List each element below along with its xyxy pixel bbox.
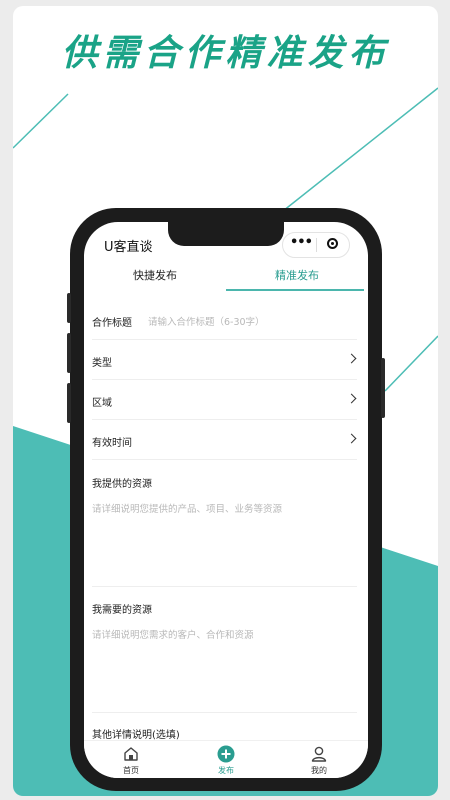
phone-side-button: [67, 383, 71, 423]
close-target-icon[interactable]: [327, 238, 338, 249]
region-label: 区域: [92, 398, 112, 409]
chevron-right-icon: [346, 433, 357, 444]
tab-precise-publish[interactable]: 精准发布: [226, 267, 368, 283]
type-label: 类型: [92, 358, 112, 369]
tab-quick-publish[interactable]: 快捷发布: [84, 267, 226, 283]
app-title: U客直谈: [104, 240, 153, 255]
tabbar-publish[interactable]: 发布: [196, 745, 256, 776]
phone-notch: [168, 222, 284, 246]
mini-program-capsule: •••: [282, 232, 350, 258]
phone-mockup: U客直谈 ••• 快捷发布 精准发布 合作标题 请输入合作标题（6-30字） 类…: [67, 208, 385, 791]
headline: 供需合作精准发布: [61, 32, 390, 74]
user-icon: [311, 746, 327, 762]
plus-circle-icon: [217, 745, 235, 763]
other-details-label: 其他详情说明(选填): [92, 730, 180, 741]
home-icon: [124, 747, 138, 761]
bottom-tab-bar: 首页 发布 我的: [84, 740, 368, 778]
phone-side-button: [67, 333, 71, 373]
region-select-row[interactable]: 区域: [92, 380, 357, 420]
capsule-divider: [316, 238, 317, 252]
offer-resources-textarea[interactable]: 请详细说明您提供的产品、项目、业务等资源: [92, 501, 357, 571]
need-resources-textarea[interactable]: 请详细说明您需求的客户、合作和资源: [92, 627, 357, 697]
more-icon[interactable]: •••: [290, 235, 313, 250]
phone-screen: U客直谈 ••• 快捷发布 精准发布 合作标题 请输入合作标题（6-30字） 类…: [84, 222, 368, 778]
tabbar-mine-label: 我的: [311, 766, 327, 775]
valid-time-select-row[interactable]: 有效时间: [92, 420, 357, 460]
tabbar-mine[interactable]: 我的: [289, 745, 349, 776]
type-select-row[interactable]: 类型: [92, 340, 357, 380]
need-resources-label: 我需要的资源: [92, 605, 152, 616]
tabbar-home[interactable]: 首页: [101, 745, 161, 776]
divider: [92, 712, 357, 713]
chevron-right-icon: [346, 393, 357, 404]
tabbar-home-label: 首页: [123, 766, 139, 775]
publish-tabs: 快捷发布 精准发布: [84, 267, 368, 295]
phone-side-button: [67, 293, 71, 323]
divider: [92, 586, 357, 587]
title-field-input[interactable]: 请输入合作标题（6-30字）: [148, 314, 265, 328]
valid-time-label: 有效时间: [92, 438, 132, 449]
title-field-label: 合作标题: [92, 318, 132, 329]
offer-resources-label: 我提供的资源: [92, 479, 152, 490]
tabbar-publish-label: 发布: [218, 766, 234, 775]
title-field-row[interactable]: 合作标题 请输入合作标题（6-30字）: [92, 300, 357, 340]
phone-side-button: [381, 358, 385, 418]
chevron-right-icon: [346, 353, 357, 364]
active-tab-indicator: [226, 289, 364, 291]
